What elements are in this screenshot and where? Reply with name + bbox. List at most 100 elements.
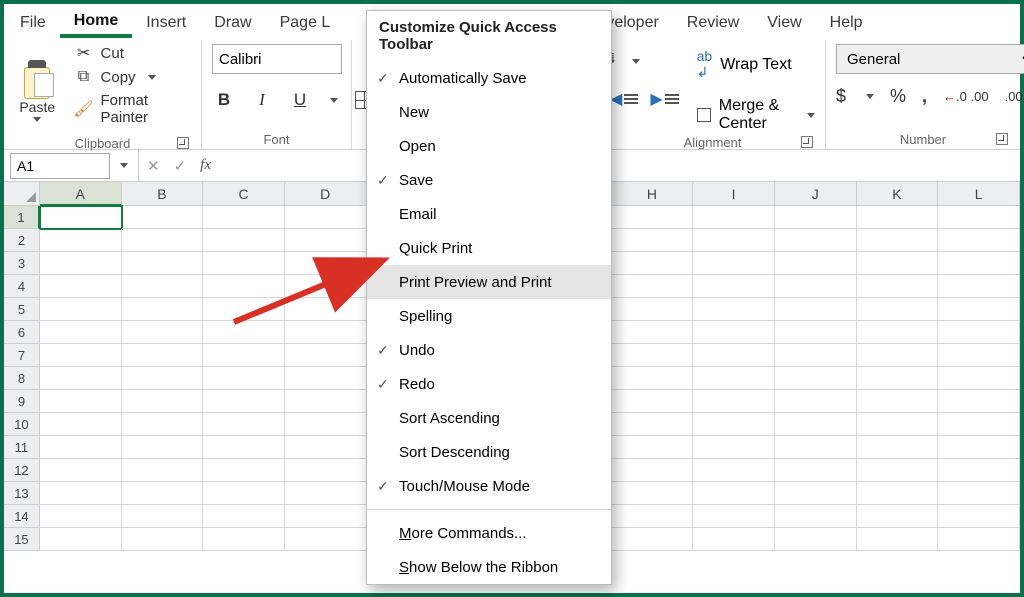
cell-H15[interactable] — [612, 528, 694, 551]
menu-item-email[interactable]: Email — [367, 197, 611, 231]
cell-D1[interactable] — [285, 206, 367, 229]
cell-J8[interactable] — [775, 367, 857, 390]
cell-L5[interactable] — [938, 298, 1020, 321]
tab-draw[interactable]: Draw — [200, 8, 265, 36]
cell-D10[interactable] — [285, 413, 367, 436]
cell-B10[interactable] — [122, 413, 204, 436]
currency-button[interactable]: $ — [836, 86, 846, 107]
increase-decimal-button[interactable]: ←.0 .00 — [943, 89, 989, 104]
cell-K5[interactable] — [857, 298, 939, 321]
cell-A3[interactable] — [40, 252, 122, 275]
row-header-10[interactable]: 10 — [4, 413, 40, 436]
cell-K9[interactable] — [857, 390, 939, 413]
menu-item-sort-descending[interactable]: Sort Descending — [367, 435, 611, 469]
cell-A4[interactable] — [40, 275, 122, 298]
cell-B5[interactable] — [122, 298, 204, 321]
row-header-6[interactable]: 6 — [4, 321, 40, 344]
cell-H2[interactable] — [612, 229, 694, 252]
tab-insert[interactable]: Insert — [132, 8, 200, 36]
col-header-B[interactable]: B — [122, 182, 204, 206]
cell-I2[interactable] — [693, 229, 775, 252]
menu-item-sort-ascending[interactable]: Sort Ascending — [367, 401, 611, 435]
row-header-2[interactable]: 2 — [4, 229, 40, 252]
cell-K11[interactable] — [857, 436, 939, 459]
cell-B12[interactable] — [122, 459, 204, 482]
cell-L15[interactable] — [938, 528, 1020, 551]
cell-B1[interactable] — [122, 206, 204, 229]
cell-D9[interactable] — [285, 390, 367, 413]
row-header-7[interactable]: 7 — [4, 344, 40, 367]
cell-I5[interactable] — [693, 298, 775, 321]
decrease-indent-button[interactable]: ◀ — [610, 89, 638, 109]
cell-A7[interactable] — [40, 344, 122, 367]
dialog-launcher-icon[interactable] — [801, 136, 813, 148]
cell-H4[interactable] — [612, 275, 694, 298]
cell-H8[interactable] — [612, 367, 694, 390]
select-all-button[interactable] — [4, 182, 40, 206]
menu-show-below-ribbon[interactable]: Show Below the Ribbon — [367, 550, 611, 584]
cell-D15[interactable] — [285, 528, 367, 551]
tab-file[interactable]: File — [6, 8, 60, 36]
row-header-5[interactable]: 5 — [4, 298, 40, 321]
cell-A6[interactable] — [40, 321, 122, 344]
cell-B8[interactable] — [122, 367, 204, 390]
cell-L10[interactable] — [938, 413, 1020, 436]
cell-C12[interactable] — [203, 459, 285, 482]
cell-J2[interactable] — [775, 229, 857, 252]
cell-J12[interactable] — [775, 459, 857, 482]
cell-H10[interactable] — [612, 413, 694, 436]
cell-L9[interactable] — [938, 390, 1020, 413]
cell-A2[interactable] — [40, 229, 122, 252]
cell-K6[interactable] — [857, 321, 939, 344]
tab-home[interactable]: Home — [60, 6, 132, 38]
menu-item-touch-mouse-mode[interactable]: ✓Touch/Mouse Mode — [367, 469, 611, 503]
cell-A1[interactable] — [40, 206, 122, 229]
format-painter-button[interactable]: 🖌 Format Painter — [75, 92, 191, 126]
merge-center-button[interactable]: Merge & Center — [697, 97, 815, 133]
cell-B7[interactable] — [122, 344, 204, 367]
col-header-I[interactable]: I — [693, 182, 775, 206]
cell-A13[interactable] — [40, 482, 122, 505]
cell-A14[interactable] — [40, 505, 122, 528]
paste-button[interactable]: Paste — [14, 44, 61, 134]
cell-I13[interactable] — [693, 482, 775, 505]
cell-D8[interactable] — [285, 367, 367, 390]
cell-L11[interactable] — [938, 436, 1020, 459]
cell-A8[interactable] — [40, 367, 122, 390]
row-header-11[interactable]: 11 — [4, 436, 40, 459]
menu-more-commands[interactable]: More Commands... — [367, 516, 611, 550]
cell-H14[interactable] — [612, 505, 694, 528]
cell-D7[interactable] — [285, 344, 367, 367]
cell-I1[interactable] — [693, 206, 775, 229]
name-box[interactable] — [10, 153, 110, 179]
cell-J9[interactable] — [775, 390, 857, 413]
cell-A11[interactable] — [40, 436, 122, 459]
cell-I9[interactable] — [693, 390, 775, 413]
cell-H6[interactable] — [612, 321, 694, 344]
cell-J7[interactable] — [775, 344, 857, 367]
cell-J1[interactable] — [775, 206, 857, 229]
cell-B3[interactable] — [122, 252, 204, 275]
cell-J6[interactable] — [775, 321, 857, 344]
col-header-C[interactable]: C — [203, 182, 285, 206]
cell-I12[interactable] — [693, 459, 775, 482]
cell-B13[interactable] — [122, 482, 204, 505]
percent-button[interactable]: % — [890, 86, 906, 107]
cell-H12[interactable] — [612, 459, 694, 482]
underline-button[interactable]: U — [288, 88, 312, 112]
bold-button[interactable]: B — [212, 88, 236, 112]
cell-C14[interactable] — [203, 505, 285, 528]
cell-I7[interactable] — [693, 344, 775, 367]
confirm-icon[interactable]: ✓ — [174, 157, 187, 175]
cell-I14[interactable] — [693, 505, 775, 528]
col-header-H[interactable]: H — [612, 182, 694, 206]
cell-L6[interactable] — [938, 321, 1020, 344]
comma-button[interactable]: , — [922, 86, 927, 107]
increase-indent-button[interactable]: ▶ — [650, 89, 678, 109]
italic-button[interactable]: I — [250, 88, 274, 112]
cell-H3[interactable] — [612, 252, 694, 275]
copy-button[interactable]: ⧉ Copy — [75, 68, 191, 86]
cell-L1[interactable] — [938, 206, 1020, 229]
font-name-select[interactable] — [212, 44, 342, 74]
cell-I8[interactable] — [693, 367, 775, 390]
